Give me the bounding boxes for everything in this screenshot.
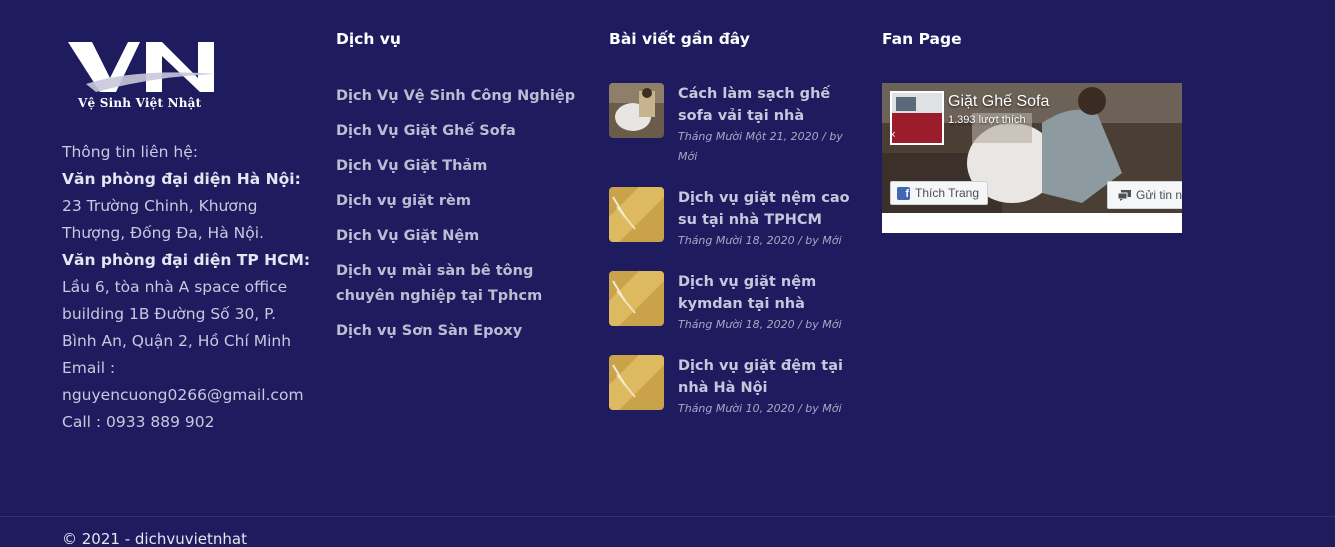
post-thumbnail[interactable]	[609, 187, 664, 242]
site-logo[interactable]: Vệ Sinh Việt Nhật	[66, 38, 226, 114]
contact-info: Thông tin liên hệ: Văn phòng đại diện Hà…	[62, 139, 312, 436]
facebook-icon: f	[897, 186, 910, 200]
chevron-left-icon: ‹	[891, 127, 896, 141]
fanpage-heading: Fan Page	[882, 30, 962, 48]
post-meta: Tháng Mười 10, 2020 / by Mới	[678, 402, 842, 415]
contact-intro: Thông tin liên hệ:	[62, 143, 198, 161]
recent-posts-heading: Bài viết gần đây	[609, 30, 750, 48]
post-meta: Tháng Mười 18, 2020 / by Mới	[678, 234, 842, 247]
logo-mark	[68, 42, 216, 92]
service-link[interactable]: Dịch Vụ Giặt Ghế Sofa	[336, 119, 586, 144]
services-list: Dịch Vụ Vệ Sinh Công Nghiệp Dịch Vụ Giặt…	[336, 84, 586, 354]
service-link[interactable]: Dịch vụ Sơn Sàn Epoxy	[336, 319, 586, 344]
email-label: Email :	[62, 359, 116, 377]
like-page-button[interactable]: f Thích Trang	[890, 181, 989, 205]
service-link[interactable]: Dịch vụ giặt rèm	[336, 189, 586, 214]
service-link[interactable]: Dịch vụ mài sàn bê tông chuyên nghiệp tạ…	[336, 259, 586, 309]
fanpage-name[interactable]: Giặt Ghế Sofa	[948, 93, 1049, 111]
footer-divider	[0, 516, 1335, 517]
like-page-label: Thích Trang	[915, 186, 980, 200]
services-heading: Dịch vụ	[336, 30, 401, 48]
service-link[interactable]: Dịch Vụ Vệ Sinh Công Nghiệp	[336, 84, 586, 109]
fanpage-avatar[interactable]	[890, 91, 944, 145]
service-link[interactable]: Dịch Vụ Giặt Nệm	[336, 224, 586, 249]
copyright-text: © 2021 - dichvuvietnhat	[62, 530, 247, 547]
post-thumbnail[interactable]	[609, 271, 664, 326]
post-meta: Tháng Mười Một 21, 2020 / by Mới	[678, 130, 843, 163]
hanoi-office-label: Văn phòng đại diện Hà Nội:	[62, 170, 301, 188]
send-message-label: Gửi tin n	[1136, 188, 1182, 202]
hanoi-office-address: 23 Trường Chinh, Khương Thượng, Đống Đa,…	[62, 197, 264, 242]
send-message-button[interactable]: Gửi tin n	[1107, 181, 1182, 209]
fanpage-like-count: 1.393 lượt thích	[948, 114, 1026, 126]
phone-number[interactable]: Call : 0933 889 902	[62, 409, 312, 436]
post-title[interactable]: Dịch vụ giặt nệm cao su tại nhà TPHCM	[678, 187, 863, 231]
message-icon	[1118, 189, 1131, 201]
post-title[interactable]: Cách làm sạch ghế sofa vải tại nhà	[678, 83, 863, 127]
post-thumbnail[interactable]	[609, 355, 664, 410]
post-title[interactable]: Dịch vụ giặt nệm kymdan tại nhà	[678, 271, 863, 315]
post-title[interactable]: Dịch vụ giặt đệm tại nhà Hà Nội	[678, 355, 863, 399]
facebook-page-widget[interactable]: ‹ Giặt Ghế Sofa 1.393 lượt thích f Thích…	[882, 83, 1182, 233]
hcm-office-label: Văn phòng đại diện TP HCM:	[62, 251, 311, 269]
logo-tagline: Vệ Sinh Việt Nhật	[78, 96, 202, 110]
service-link[interactable]: Dịch Vụ Giặt Thảm	[336, 154, 586, 179]
hcm-office-address: Lầu 6, tòa nhà A space office building 1…	[62, 278, 292, 350]
email-value[interactable]: nguyencuong0266@gmail.com	[62, 382, 312, 409]
post-thumbnail[interactable]	[609, 83, 664, 138]
hanoi-office: Văn phòng đại diện Hà Nội: 23 Trường Chi…	[62, 166, 312, 247]
post-meta: Tháng Mười 18, 2020 / by Mới	[678, 318, 842, 331]
